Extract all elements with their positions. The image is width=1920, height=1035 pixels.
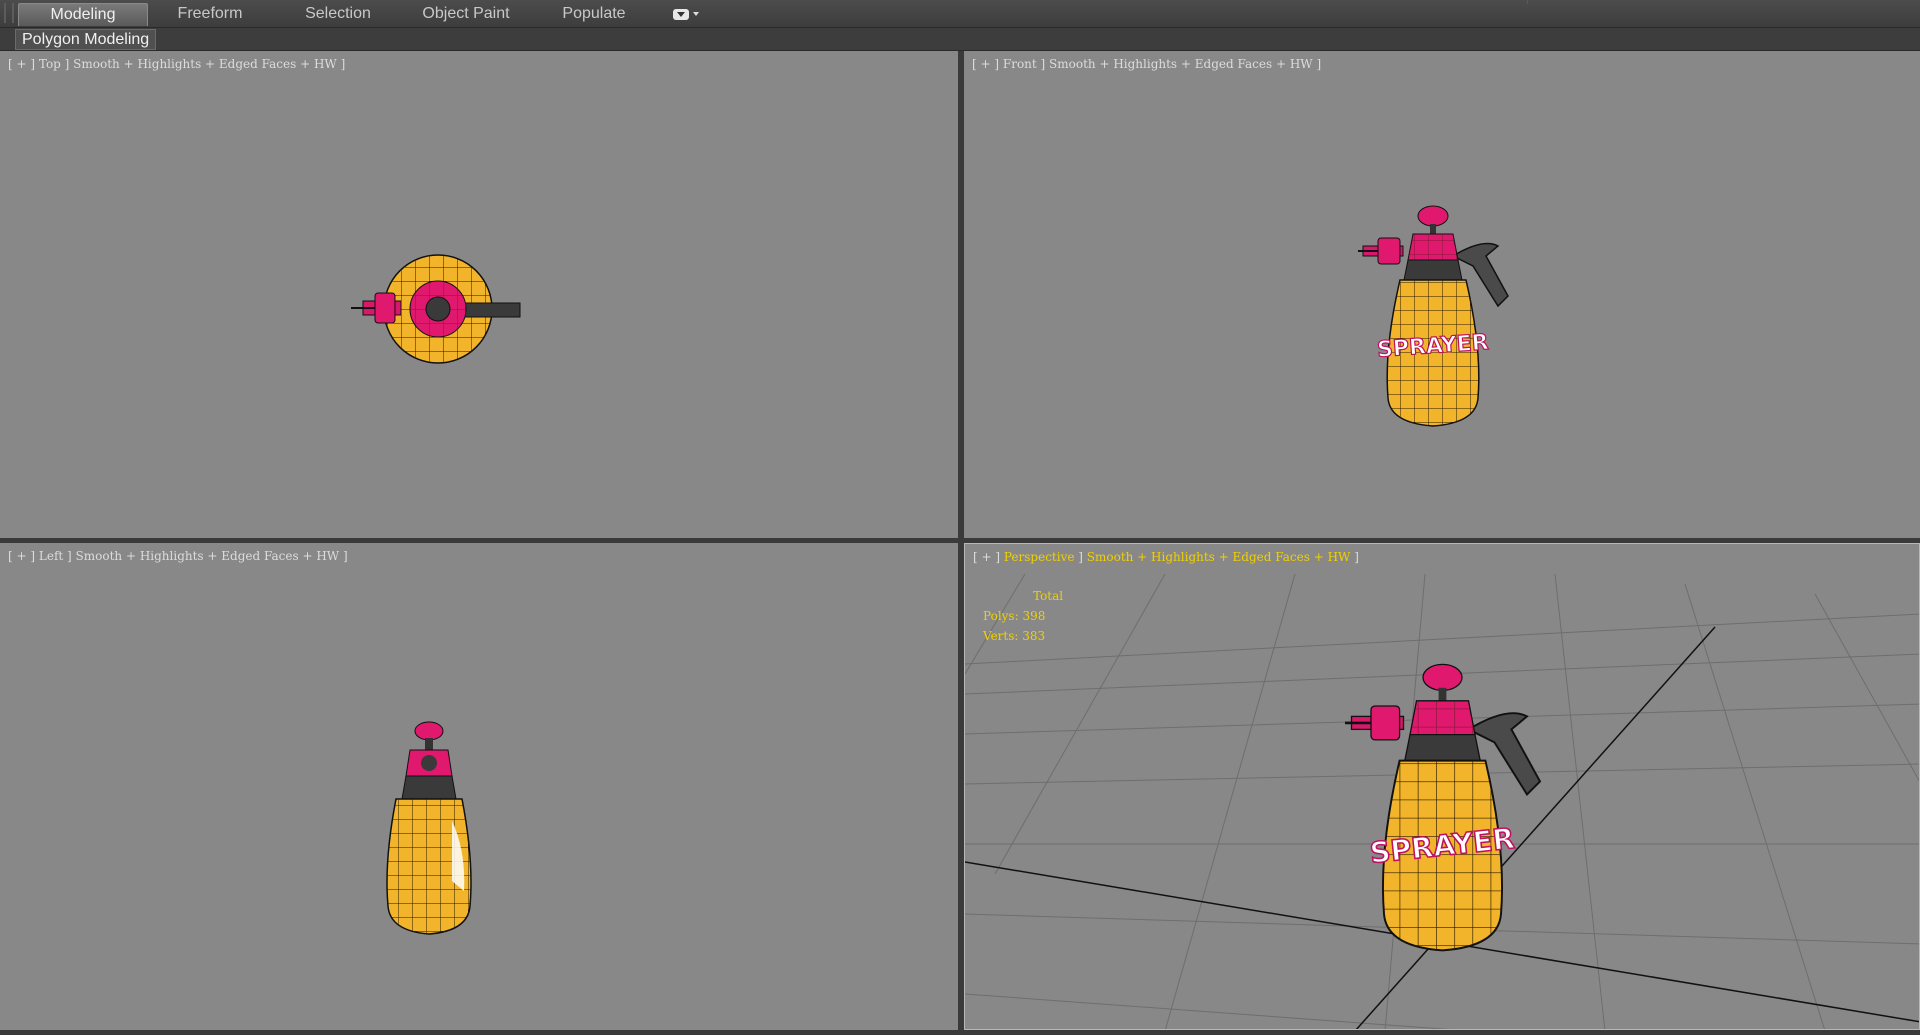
viewport-shading-mode[interactable]: Smooth + Highlights + Edged Faces + HW <box>1087 550 1351 564</box>
viewport-perspective[interactable]: [ + ] Perspective ] Smooth + Highlights … <box>964 543 1920 1030</box>
polygon-modeling-panel-button[interactable]: Polygon Modeling <box>15 29 157 50</box>
viewport-label-top[interactable]: [ + ] Top ] Smooth + Highlights + Edged … <box>8 57 345 71</box>
stats-polys: Polys: 398 <box>983 609 1046 623</box>
viewport-label-front[interactable]: [ + ] Front ] Smooth + Highlights + Edge… <box>972 57 1321 71</box>
viewport-label-perspective[interactable]: [ + ] Perspective ] Smooth + Highlights … <box>973 550 1359 564</box>
viewport-menu-bracket: [ + ] <box>973 550 1004 564</box>
viewport-label-close: ] <box>1350 550 1359 564</box>
viewport-shading-mode[interactable]: ] Smooth + Highlights + Edged Faces + HW… <box>1037 57 1322 71</box>
ribbon-panel-row: Polygon Modeling <box>0 28 1920 51</box>
tab-populate[interactable]: Populate <box>530 3 658 25</box>
ribbon-options-icon <box>673 8 689 20</box>
viewport-label-separator: ] <box>1074 550 1087 564</box>
ribbon-options-button[interactable] <box>673 6 705 22</box>
viewport-view-name[interactable]: Top <box>39 57 61 71</box>
tab-object-paint[interactable]: Object Paint <box>402 3 530 25</box>
viewport-menu-bracket: [ + ] <box>972 57 1003 71</box>
viewport-label-left[interactable]: [ + ] Left ] Smooth + Highlights + Edged… <box>8 549 348 563</box>
ribbon-tab-bar: Modeling Freeform Selection Object Paint… <box>0 0 1920 28</box>
viewport-menu-bracket: [ + ] <box>8 57 39 71</box>
viewport-view-name[interactable]: Perspective <box>1004 550 1075 564</box>
statistics-overlay: Total Polys: 398 Verts: 383 <box>983 586 1063 646</box>
stats-total-label: Total <box>1033 589 1064 603</box>
viewport-shading-mode[interactable]: ] Smooth + Highlights + Edged Faces + HW… <box>63 549 348 563</box>
viewport-menu-bracket: [ + ] <box>8 549 39 563</box>
ribbon-grip-handle[interactable] <box>4 3 14 23</box>
stats-verts: Verts: 383 <box>983 629 1046 643</box>
tab-modeling[interactable]: Modeling <box>18 3 148 26</box>
sprayer-model-top-view[interactable] <box>345 253 525 383</box>
viewport-top[interactable]: [ + ] Top ] Smooth + Highlights + Edged … <box>0 51 958 538</box>
ribbon-divider <box>1527 0 1920 4</box>
sprayer-model-perspective-view[interactable]: SPRAYER <box>1345 654 1545 984</box>
viewport-left[interactable]: [ + ] Left ] Smooth + Highlights + Edged… <box>0 543 958 1030</box>
viewport-view-name[interactable]: Left <box>39 549 63 563</box>
viewport-front[interactable]: [ + ] Front ] Smooth + Highlights + Edge… <box>964 51 1920 538</box>
status-strip <box>0 1030 1920 1035</box>
viewport-view-name[interactable]: Front <box>1003 57 1037 71</box>
tab-selection[interactable]: Selection <box>274 3 402 25</box>
viewport-shading-mode[interactable]: ] Smooth + Highlights + Edged Faces + HW… <box>61 57 346 71</box>
sprayer-model-left-view[interactable] <box>370 721 490 961</box>
sprayer-model-front-view[interactable]: SPRAYER <box>1358 198 1518 438</box>
tab-freeform[interactable]: Freeform <box>146 3 274 25</box>
chevron-down-icon <box>693 12 699 16</box>
